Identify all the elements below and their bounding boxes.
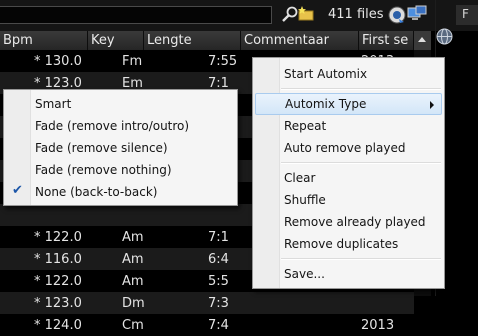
key-cell: Fm <box>122 54 143 69</box>
length-cell: 7:3 <box>208 296 229 311</box>
submenu-item-none-back-to-back[interactable]: ✔ None (back-to-back) <box>6 181 235 203</box>
monitor-icon[interactable] <box>407 5 427 23</box>
menu-separator <box>281 162 441 164</box>
scroll-up-button[interactable] <box>414 31 431 50</box>
submenu-arrow-icon <box>430 101 434 109</box>
menu-item-remove-already-played[interactable]: Remove already played <box>255 211 442 233</box>
view-eye-icon[interactable] <box>387 5 407 25</box>
key-cell: Am <box>122 252 144 267</box>
folder-star-icon[interactable] <box>297 5 315 23</box>
menu-item-auto-remove-played[interactable]: Auto remove played <box>255 137 442 159</box>
menu-item-start-automix[interactable]: Start Automix <box>255 63 442 85</box>
column-length[interactable]: Lengte <box>144 31 241 50</box>
automix-type-submenu: Smart Fade (remove intro/outro) Fade (remo… <box>3 89 238 206</box>
bpm-cell: * 122.0 <box>34 274 82 289</box>
tab-f-label: F <box>462 7 469 21</box>
submenu-item-label: Fade (remove nothing) <box>35 163 172 177</box>
menu-item-save[interactable]: Save... <box>255 263 442 285</box>
context-menu: Start Automix Automix Type Repeat Auto remo… <box>252 57 445 289</box>
menu-item-automix-type[interactable]: Automix Type <box>255 93 442 115</box>
bpm-cell: * 122.0 <box>34 230 82 245</box>
menu-item-label: Remove duplicates <box>284 237 399 251</box>
submenu-item-fade-remove-nothing[interactable]: Fade (remove nothing) <box>6 159 235 181</box>
menu-item-label: Auto remove played <box>284 141 406 155</box>
column-first-seen[interactable]: First se <box>359 31 414 50</box>
arrow-up-icon <box>418 37 426 42</box>
bpm-cell: * 116.0 <box>34 252 82 267</box>
menu-separator <box>281 258 441 260</box>
menu-item-label: Start Automix <box>284 67 368 81</box>
key-cell: Dm <box>122 296 145 311</box>
table-row[interactable]: * 123.0 Dm 7:3 <box>0 292 414 314</box>
search-input[interactable] <box>0 6 272 24</box>
menu-item-remove-duplicates[interactable]: Remove duplicates <box>255 233 442 255</box>
length-cell: 5:5 <box>208 274 229 289</box>
submenu-item-label: Fade (remove intro/outro) <box>35 119 190 133</box>
bpm-cell: * 124.0 <box>34 318 82 333</box>
menu-item-label: Save... <box>284 267 325 281</box>
column-key[interactable]: Key <box>88 31 144 50</box>
tab-f[interactable]: F <box>456 5 478 25</box>
menu-separator <box>281 88 441 90</box>
menu-item-repeat[interactable]: Repeat <box>255 115 442 137</box>
submenu-item-label: Smart <box>35 97 72 111</box>
column-comment[interactable]: Commentaar <box>241 31 359 50</box>
menu-item-label: Automix Type <box>285 97 367 111</box>
menu-item-clear[interactable]: Clear <box>255 167 442 189</box>
menu-item-label: Shuffle <box>284 193 326 207</box>
length-cell: 6:4 <box>208 252 229 267</box>
top-toolbar: 411 files <box>0 0 478 31</box>
key-cell: Am <box>122 230 144 245</box>
bpm-cell: * 123.0 <box>34 296 82 311</box>
length-cell: 7:1 <box>208 230 229 245</box>
submenu-item-fade-remove-silence[interactable]: Fade (remove silence) <box>6 137 235 159</box>
comment-cell: 2013 <box>361 318 395 333</box>
menu-item-label: Repeat <box>284 119 327 133</box>
file-count: 411 files <box>328 7 384 22</box>
submenu-item-fade-remove-intro-outro[interactable]: Fade (remove intro/outro) <box>6 115 235 137</box>
key-cell: Cm <box>122 318 144 333</box>
checkmark-icon: ✔ <box>12 183 23 198</box>
key-cell: Am <box>122 274 144 289</box>
menu-item-shuffle[interactable]: Shuffle <box>255 189 442 211</box>
length-cell: 7:4 <box>208 318 229 333</box>
menu-item-label: Clear <box>284 171 316 185</box>
bpm-cell: * 130.0 <box>34 54 82 69</box>
submenu-item-label: None (back-to-back) <box>35 185 158 199</box>
table-row[interactable]: * 124.0 Cm 7:4 2013 <box>0 314 414 336</box>
column-bpm[interactable]: Bpm <box>0 31 88 50</box>
submenu-item-smart[interactable]: Smart <box>6 93 235 115</box>
submenu-item-label: Fade (remove silence) <box>35 141 168 155</box>
globe-icon[interactable] <box>436 28 453 45</box>
column-header-row: Bpm Key Lengte Commentaar First se <box>0 31 414 50</box>
length-cell: 7:55 <box>208 54 238 69</box>
menu-item-label: Remove already played <box>284 215 426 229</box>
